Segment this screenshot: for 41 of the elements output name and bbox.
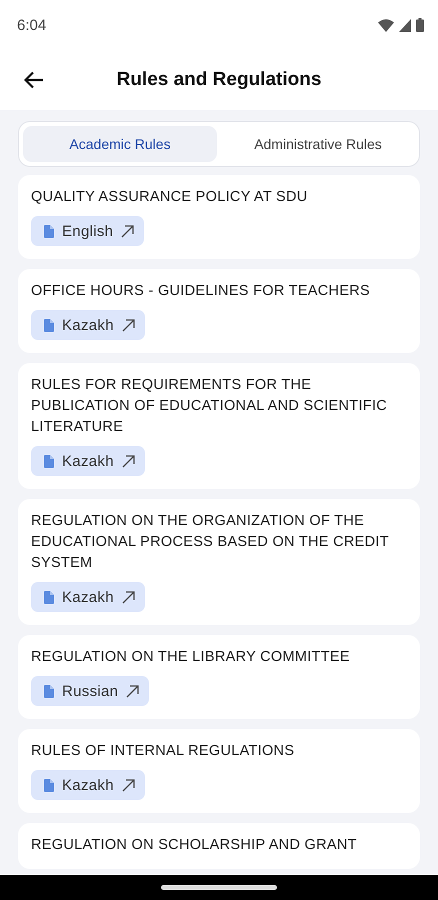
document-title: OFFICE HOURS - GUIDELINES FOR TEACHERS: [31, 282, 370, 301]
document-title: REGULATION ON THE LIBRARY COMMITTEE: [31, 648, 350, 667]
document-card[interactable]: RULES FOR REQUIREMENTS FOR THE PUBLICATION OF EDUCATIONAL AND SCIENTIFIC LITERATURE Kazakh: [18, 363, 420, 489]
document-card[interactable]: RULES OF INTERNAL REGULATIONS Kazakh: [18, 729, 420, 813]
tab[interactable]: Academic Rules: [23, 126, 217, 162]
document-title: QUALITY ASSURANCE POLICY AT SDU: [31, 188, 308, 207]
file-icon: [44, 778, 54, 792]
external-link-icon: [122, 454, 135, 468]
language-chip[interactable]: Kazakh: [31, 770, 145, 800]
tab[interactable]: Administrative Rules: [221, 126, 415, 162]
status-time: 6:04: [17, 16, 46, 34]
external-link-icon: [122, 778, 135, 792]
back-arrow-icon: [24, 71, 44, 89]
document-card[interactable]: OFFICE HOURS - GUIDELINES FOR TEACHERS Kazakh: [18, 269, 420, 353]
language-chip[interactable]: Kazakh: [31, 582, 145, 612]
external-link-icon: [121, 224, 134, 238]
language-chip[interactable]: Russian: [31, 676, 150, 706]
document-title: RULES OF INTERNAL REGULATIONS: [31, 742, 294, 761]
file-icon: [44, 684, 54, 698]
document-card[interactable]: QUALITY ASSURANCE POLICY AT SDU English: [18, 175, 420, 259]
language-chip[interactable]: Kazakh: [31, 446, 145, 476]
external-link-icon: [126, 684, 140, 698]
document-card[interactable]: REGULATION ON THE LIBRARY COMMITTEE Russian: [18, 635, 420, 719]
external-link-icon: [122, 590, 135, 604]
document-title: RULES FOR REQUIREMENTS FOR THE PUBLICATION OF EDUCATIONAL AND SCIENTIFIC LITERATURE: [31, 376, 388, 437]
document-title: REGULATION ON SCHOLARSHIP AND GRANT: [31, 836, 357, 855]
external-link-icon: [122, 318, 135, 332]
file-icon: [44, 454, 54, 468]
file-icon: [44, 318, 54, 332]
language-chip[interactable]: Kazakh: [31, 310, 145, 340]
screen-title: Rules and Regulations: [116, 69, 322, 91]
file-icon: [44, 224, 54, 238]
document-card[interactable]: REGULATION ON THE ORGANIZATION OF THE EDUCATIONAL PROCESS BASED ON THE CREDIT SYSTEM Kazakh: [18, 499, 420, 625]
wifi-icon: [378, 18, 394, 32]
document-card[interactable]: REGULATION ON SCHOLARSHIP AND GRANT: [18, 823, 420, 869]
signal-icon: [399, 18, 411, 32]
file-icon: [44, 590, 54, 604]
document-title: REGULATION ON THE ORGANIZATION OF THE EDUCATIONAL PROCESS BASED ON THE CREDIT SYSTEM: [31, 512, 390, 573]
battery-icon: [416, 18, 424, 32]
home-handle[interactable]: [161, 885, 277, 890]
language-chip[interactable]: English: [31, 216, 144, 246]
